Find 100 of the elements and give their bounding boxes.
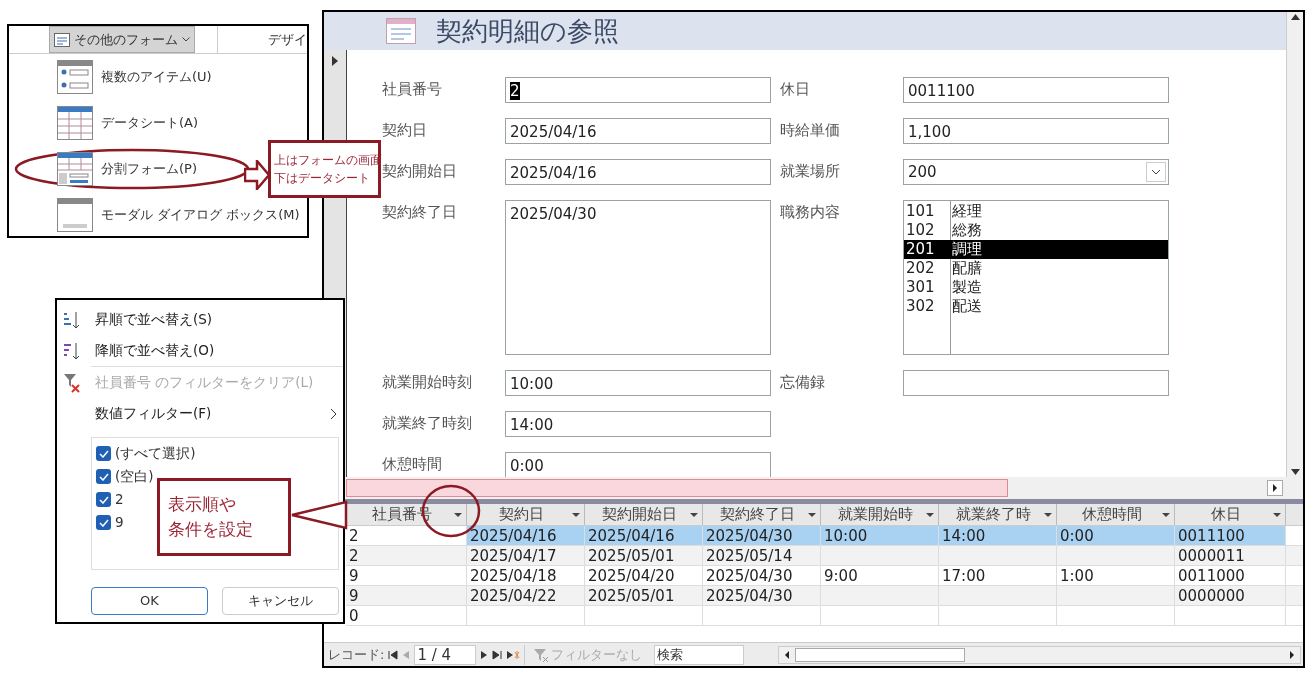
- list-option[interactable]: 302 配送: [904, 297, 1168, 316]
- dropdown-arrow-icon[interactable]: [690, 512, 698, 517]
- filter-value-option[interactable]: 2: [96, 488, 124, 511]
- datasheet-row[interactable]: 2 2025/04/17 2025/05/01 2025/05/14 0000011: [346, 546, 1303, 566]
- last-record-icon[interactable]: [492, 649, 503, 660]
- chevron-right-icon: [330, 407, 337, 420]
- field-label: 就業場所: [780, 161, 841, 182]
- column-header[interactable]: 契約日: [467, 504, 585, 525]
- column-header[interactable]: 休日: [1175, 504, 1286, 525]
- menu-item[interactable]: 昇順で並べ替え(S): [57, 304, 343, 335]
- record-label: レコード:: [328, 645, 385, 664]
- input-field[interactable]: 1,100: [903, 118, 1169, 144]
- dropdown-arrow-icon[interactable]: [808, 512, 816, 517]
- filter-icon: [533, 647, 550, 662]
- scroll-up-icon[interactable]: [1290, 14, 1300, 20]
- search-field[interactable]: 検索: [654, 644, 745, 665]
- table-cell: 2025/04/30: [703, 566, 821, 585]
- input-field[interactable]: 14:00: [505, 411, 771, 437]
- callout-text: 表示順や: [168, 492, 237, 516]
- checkbox[interactable]: [96, 515, 111, 530]
- table-cell: 1:00: [1057, 566, 1175, 585]
- list-option[interactable]: 102 総務: [904, 221, 1168, 240]
- dropdown-arrow-icon[interactable]: [1044, 512, 1052, 517]
- column-header[interactable]: 就業終了時: [939, 504, 1057, 525]
- check-icon: [98, 472, 109, 481]
- form-horizontal-scrollbar[interactable]: [346, 479, 1008, 497]
- input-field[interactable]: [903, 370, 1169, 396]
- other-forms-button[interactable]: その他のフォーム: [49, 26, 195, 53]
- dropdown-arrow-icon[interactable]: [926, 512, 934, 517]
- record-position-field[interactable]: 1 / 4: [414, 644, 477, 665]
- column-header[interactable]: 契約終了日: [703, 504, 821, 525]
- table-cell: 2025/04/22: [467, 586, 585, 605]
- chevron-down-icon: [182, 37, 190, 42]
- menu-item[interactable]: 降順で並べ替え(O): [57, 335, 343, 366]
- column-header[interactable]: 契約開始日: [585, 504, 703, 525]
- dialog-button[interactable]: キャンセル: [222, 587, 339, 615]
- input-field[interactable]: 2: [505, 77, 771, 103]
- filter-value-option[interactable]: (すべて選択): [96, 442, 196, 465]
- menu-item[interactable]: 数値フィルター(F): [57, 398, 343, 429]
- menu-item[interactable]: 複数のアイテム(U): [57, 60, 212, 94]
- datasheet-row[interactable]: 2 2025/04/16 2025/04/16 2025/04/30 10:00 14:00 0:00 0011100: [346, 526, 1303, 546]
- current-record-icon: [332, 56, 338, 66]
- input-field[interactable]: 2025/04/30: [505, 200, 771, 355]
- input-field[interactable]: 10:00: [505, 370, 771, 396]
- field-label: 就業開始時刻: [382, 372, 473, 393]
- ribbon-tab[interactable]: デザイ: [268, 29, 307, 50]
- check-icon: [98, 449, 109, 458]
- dialog-button[interactable]: OK: [91, 587, 208, 615]
- field-label: 休日: [780, 79, 811, 100]
- table-cell: 17:00: [939, 566, 1057, 585]
- table-cell: 9: [346, 566, 467, 585]
- table-cell: 2025/04/30: [703, 526, 821, 545]
- scroll-right-icon[interactable]: [1267, 480, 1283, 496]
- list-option[interactable]: 202 配膳: [904, 259, 1168, 278]
- split-form-icon: [57, 152, 93, 186]
- datasheet-row[interactable]: 9 2025/04/22 2025/05/01 2025/04/30 0000000: [346, 586, 1303, 606]
- datasheet-icon: [57, 106, 93, 140]
- list-option[interactable]: 301 製造: [904, 278, 1168, 297]
- first-record-icon[interactable]: [388, 649, 399, 660]
- checkbox[interactable]: [96, 446, 111, 461]
- field-label: 社員番号: [382, 79, 443, 100]
- vertical-scrollbar[interactable]: [1286, 12, 1303, 477]
- field-label: 忘備録: [780, 372, 826, 393]
- column-header[interactable]: 休憩時間: [1057, 504, 1175, 525]
- dropdown-arrow-icon[interactable]: [454, 512, 462, 517]
- datasheet-horizontal-scrollbar[interactable]: [778, 645, 1301, 664]
- input-field[interactable]: 2025/04/16: [505, 118, 771, 144]
- scroll-down-icon[interactable]: [1290, 469, 1300, 475]
- field-value: 0:00: [510, 457, 544, 475]
- filter-value-option[interactable]: 9: [96, 511, 124, 534]
- clear-filter-icon: [63, 372, 81, 393]
- dropdown-arrow-icon[interactable]: [572, 512, 580, 517]
- datasheet-row[interactable]: 9 2025/04/18 2025/04/20 2025/04/30 9:00 17:00 1:00 0011000: [346, 566, 1303, 586]
- list-box[interactable]: 101 経理 102 総務 201 調理 202 配膳 301 製造 302 配送: [903, 200, 1169, 355]
- list-option[interactable]: 201 調理: [904, 240, 1168, 259]
- table-cell: 0000000: [1175, 586, 1286, 605]
- next-record-icon[interactable]: [480, 649, 489, 660]
- menu-item[interactable]: モーダル ダイアログ ボックス(M): [57, 198, 300, 232]
- table-cell: 0:00: [1057, 526, 1175, 545]
- filter-value-option[interactable]: (空白): [96, 465, 154, 488]
- input-field[interactable]: 0011100: [903, 77, 1169, 103]
- input-field[interactable]: 2025/04/16: [505, 159, 771, 185]
- table-cell: 9:00: [821, 566, 939, 585]
- table-cell: 9: [346, 586, 467, 605]
- dropdown-arrow-icon[interactable]: [1162, 512, 1170, 517]
- field-value: 14:00: [510, 416, 554, 434]
- dropdown-field[interactable]: 200: [903, 159, 1169, 185]
- table-cell: 2025/04/16: [467, 526, 585, 545]
- checkbox[interactable]: [96, 492, 111, 507]
- field-label: 契約日: [382, 120, 428, 141]
- table-cell: 14:00: [939, 526, 1057, 545]
- list-option[interactable]: 101 経理: [904, 202, 1168, 221]
- checkbox[interactable]: [96, 469, 111, 484]
- new-record-icon[interactable]: [506, 649, 521, 660]
- datasheet-row[interactable]: 0: [346, 606, 1303, 626]
- table-cell: 0011100: [1175, 526, 1286, 545]
- table-cell: 10:00: [821, 526, 939, 545]
- menu-item[interactable]: データシート(A): [57, 106, 199, 140]
- dropdown-arrow-icon[interactable]: [1273, 512, 1281, 517]
- column-header[interactable]: 就業開始時: [821, 504, 939, 525]
